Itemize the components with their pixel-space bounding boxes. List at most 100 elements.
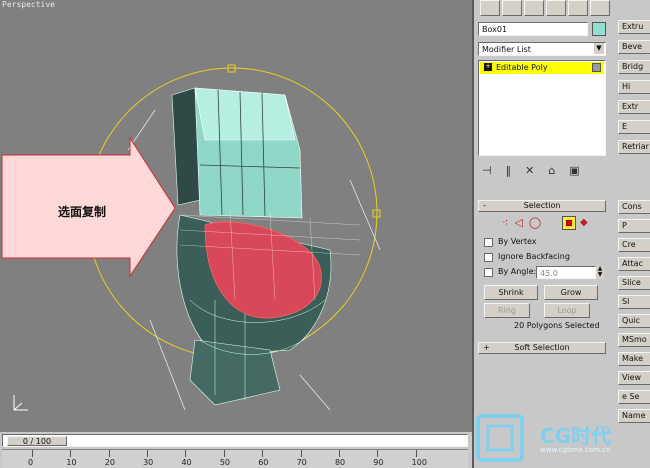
stack-toolbar[interactable]: ⊣‖✕⌂▣ — [482, 164, 594, 177]
collapse-icon: - — [483, 201, 486, 210]
show-end-result-icon[interactable]: ‖ — [506, 164, 526, 177]
object-color-swatch[interactable] — [592, 22, 606, 36]
frame-tick-label: 80 — [334, 458, 346, 467]
frame-tick-label: 0 — [28, 458, 34, 467]
tank-top — [194, 87, 296, 141]
frame-tick — [147, 450, 149, 457]
callout-text: 选面复制 — [58, 205, 107, 219]
expand-icon[interactable]: + — [484, 63, 492, 71]
motion-tab-icon[interactable] — [546, 0, 566, 16]
frame-tick-label: 20 — [104, 458, 115, 467]
edit-button-attac[interactable]: Attac — [618, 257, 650, 271]
axis-tripod-icon — [13, 395, 28, 411]
selection-status: 20 Polygons Selected — [514, 321, 600, 330]
time-slider-thumb[interactable]: 0 / 100 — [7, 436, 67, 446]
angle-spinner[interactable]: 45.0 — [536, 266, 596, 279]
polygon-icon[interactable] — [562, 216, 576, 230]
loop-button[interactable]: Loop — [544, 303, 590, 318]
edit-button-retriar[interactable]: Retriar — [618, 140, 650, 154]
watermark-url: www.cgtime.com.cn — [540, 446, 611, 454]
frame-tick-label: 30 — [143, 458, 154, 467]
pedestal — [189, 339, 281, 406]
edit-button-sl[interactable]: Sl — [618, 295, 650, 309]
display-tab-icon[interactable] — [568, 0, 588, 16]
frame-tick — [415, 450, 417, 457]
frame-tick-label: 70 — [296, 458, 307, 467]
modifier-stack[interactable]: + Editable Poly — [478, 60, 606, 156]
edit-button-slice[interactable]: Slice — [618, 276, 650, 290]
frame-tick-label: 100 — [411, 458, 427, 467]
create-tab-icon[interactable] — [480, 0, 500, 16]
edit-button-view[interactable]: View — [618, 371, 650, 385]
element-icon[interactable]: ◆ — [580, 217, 588, 228]
modifier-list-label: Modifier List — [482, 45, 531, 54]
edit-button-cons[interactable]: Cons — [618, 200, 650, 214]
frame-ruler[interactable]: 0 10 20 30 40 50 60 70 80 90 100 — [2, 449, 468, 468]
viewport-label[interactable]: Perspective — [2, 0, 55, 9]
edit-button-p[interactable]: P — [618, 219, 650, 233]
frame-tick — [185, 450, 187, 457]
edit-button-cre[interactable]: Cre — [618, 238, 650, 252]
frame-tick-label: 60 — [258, 458, 269, 467]
edge-icon[interactable]: ◁ — [514, 216, 528, 229]
frame-tick — [377, 450, 379, 457]
soft-selection-title: Soft Selection — [514, 343, 570, 352]
ignore-backfacing-label: Ignore Backfacing — [498, 252, 570, 261]
spinner-arrows-icon[interactable]: ▲ ▼ — [596, 266, 604, 279]
frame-tick-label: 50 — [219, 458, 231, 467]
by-angle-label: By Angle: — [498, 267, 537, 276]
object-name-field[interactable]: Box01 — [478, 22, 588, 36]
vertex-icon[interactable]: ⁖ — [502, 216, 514, 229]
watermark-brand: CG时代 — [540, 424, 612, 448]
perspective-viewport[interactable]: Perspective 选面复制 — [0, 0, 472, 432]
command-panel: Box01 Modifier List ▼ + Editable Poly ⊣‖… — [472, 0, 650, 468]
edit-button-beve[interactable]: Beve — [618, 40, 650, 54]
selection-rollout-header[interactable]: - Selection — [478, 200, 606, 212]
edit-button-quic[interactable]: Quic — [618, 314, 650, 328]
edit-button-hi[interactable]: Hi — [618, 80, 650, 94]
frame-tick-label: 10 — [66, 458, 77, 467]
utilities-tab-icon[interactable] — [590, 0, 610, 16]
frame-tick — [70, 450, 72, 457]
by-vertex-label: By Vertex — [498, 237, 537, 246]
frame-tick-label: 40 — [181, 458, 192, 467]
expand-icon: + — [483, 343, 490, 352]
ring-button[interactable]: Ring — [484, 303, 530, 318]
frame-tick — [223, 450, 225, 457]
shrink-button[interactable]: Shrink — [484, 285, 538, 300]
make-unique-icon[interactable]: ✕ — [525, 164, 548, 177]
modifier-list-dropdown[interactable]: Modifier List ▼ — [478, 42, 606, 56]
frame-tick — [32, 450, 33, 457]
hierarchy-tab-icon[interactable] — [524, 0, 544, 16]
configure-sets-icon[interactable]: ▣ — [569, 164, 593, 177]
selection-rollout-title: Selection — [523, 201, 561, 210]
remove-modifier-icon[interactable]: ⌂ — [548, 164, 569, 177]
frame-tick — [262, 450, 264, 457]
edit-button-bridg[interactable]: Bridg — [618, 60, 650, 74]
edit-button-extru[interactable]: Extru — [618, 20, 650, 34]
frame-tick-label: 90 — [373, 458, 384, 467]
frame-tick — [300, 450, 302, 457]
subobject-icons[interactable]: ⁖◁◯ — [502, 216, 547, 229]
stack-item-label: Editable Poly — [496, 63, 548, 72]
border-icon[interactable]: ◯ — [529, 216, 547, 229]
edit-button-make[interactable]: Make — [618, 352, 650, 366]
by-angle-checkbox[interactable] — [484, 268, 493, 277]
stack-toggle-icon[interactable] — [592, 63, 601, 72]
edit-button-e-se[interactable]: e Se — [618, 390, 650, 404]
stack-item-editable-poly[interactable]: + Editable Poly — [480, 62, 604, 74]
pin-stack-icon[interactable]: ⊣ — [482, 164, 506, 177]
frame-tick — [338, 450, 340, 457]
by-vertex-checkbox[interactable] — [484, 238, 493, 247]
modify-tab-icon[interactable] — [502, 0, 522, 16]
chevron-down-icon: ▼ — [594, 43, 604, 54]
soft-selection-rollout-header[interactable]: + Soft Selection — [478, 342, 606, 354]
time-slider[interactable]: 0 / 100 — [2, 434, 468, 447]
grow-button[interactable]: Grow — [544, 285, 598, 300]
edit-button-e[interactable]: E — [618, 120, 650, 134]
timeline: 0 / 100 0 10 20 30 40 50 60 70 80 90 100 — [0, 432, 472, 468]
edit-button-extr[interactable]: Extr — [618, 100, 650, 114]
ignore-backfacing-checkbox[interactable] — [484, 253, 493, 262]
frame-tick — [108, 450, 110, 457]
edit-button-msmo[interactable]: MSmo — [618, 333, 650, 347]
